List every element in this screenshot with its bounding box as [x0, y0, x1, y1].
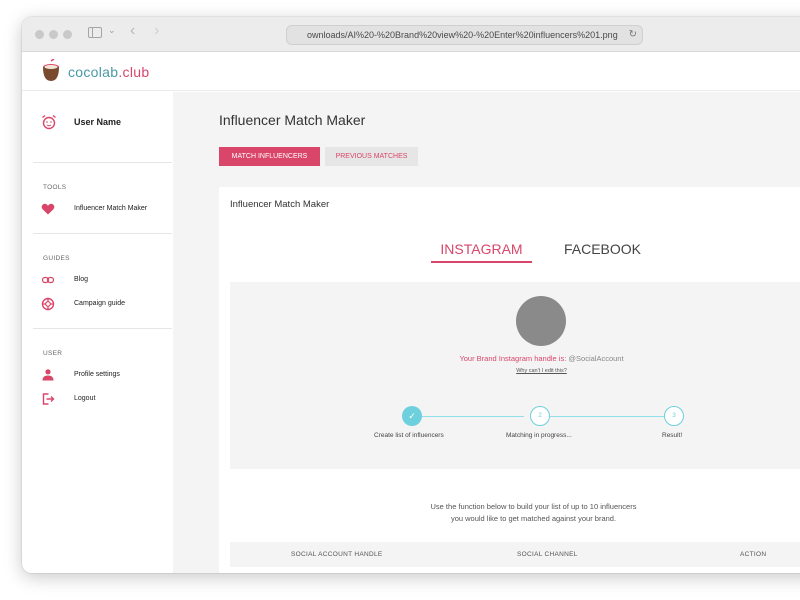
link-icon	[41, 276, 55, 284]
sidebar-item-label: Blog	[74, 276, 89, 283]
handle-value: @SocialAccount	[568, 354, 624, 363]
step-2-label: Matching in progress...	[506, 432, 572, 439]
match-maker-card: Influencer Match Maker INSTAGRAM FACEBOO…	[219, 187, 800, 573]
section-label-user: USER	[43, 350, 63, 357]
sidebar-divider	[33, 233, 172, 234]
section-label-tools: TOOLS	[43, 184, 67, 191]
zoom-window-button[interactable]	[63, 30, 72, 39]
progress-connector	[550, 416, 664, 417]
column-header-action: ACTION	[740, 551, 767, 558]
tab-facebook[interactable]: FACEBOOK	[555, 241, 650, 257]
account-panel: Your Brand Instagram handle is: @SocialA…	[230, 282, 800, 469]
address-bar[interactable]: ownloads/AI%20-%20Brand%20view%20-%20Ent…	[286, 25, 643, 45]
main-content: Influencer Match Maker MATCH INFLUENCERS…	[173, 92, 800, 573]
logo-domain: .club	[118, 64, 150, 80]
reload-icon[interactable]: ↻	[629, 26, 637, 44]
instructions-line-2: you would like to get matched against yo…	[450, 514, 617, 523]
sidebar: User Name TOOLS Influencer Match Maker G…	[22, 92, 173, 573]
handle-prefix: Your Brand Instagram handle is:	[459, 354, 567, 363]
browser-window: ⌄ ‹ › ownloads/AI%20-%20Brand%20view%20-…	[22, 17, 800, 573]
back-arrow-icon[interactable]: ‹	[130, 22, 135, 40]
brand-logo[interactable]: cocolab.club	[68, 64, 149, 80]
chevron-down-icon[interactable]: ⌄	[108, 25, 116, 36]
column-header-handle: SOCIAL ACCOUNT HANDLE	[291, 551, 383, 558]
lifebuoy-icon	[41, 297, 55, 311]
minimize-window-button[interactable]	[49, 30, 58, 39]
logout-icon	[42, 393, 55, 405]
person-icon	[42, 369, 54, 381]
edit-handle-link[interactable]: Why can't I edit this?	[230, 368, 800, 374]
account-avatar	[516, 296, 566, 346]
step-3-label: Result!	[662, 432, 683, 439]
tab-instagram[interactable]: INSTAGRAM	[431, 241, 532, 263]
close-window-button[interactable]	[35, 30, 44, 39]
match-influencers-button[interactable]: MATCH INFLUENCERS	[219, 147, 320, 166]
sidebar-divider	[33, 328, 172, 329]
sidebar-toggle-icon[interactable]	[88, 27, 102, 38]
sidebar-item-label: Profile settings	[74, 371, 120, 378]
sidebar-item-label: Logout	[74, 395, 96, 402]
sidebar-divider	[33, 162, 172, 163]
sidebar-item-label: Campaign guide	[74, 300, 125, 307]
step-1-check-icon: ✓	[402, 406, 422, 426]
previous-matches-button[interactable]: PREVIOUS MATCHES	[325, 147, 418, 166]
column-header-channel: SOCIAL CHANNEL	[517, 551, 578, 558]
instagram-handle-text: Your Brand Instagram handle is: @SocialA…	[230, 354, 800, 363]
address-url: ownloads/AI%20-%20Brand%20view%20-%20Ent…	[307, 30, 618, 40]
section-label-guides: GUIDES	[43, 255, 70, 262]
heart-icon	[41, 203, 55, 215]
instructions-text: Use the function below to build your lis…	[219, 501, 800, 525]
forward-arrow-icon[interactable]: ›	[154, 22, 159, 40]
browser-toolbar: ⌄ ‹ › ownloads/AI%20-%20Brand%20view%20-…	[22, 17, 800, 52]
user-name: User Name	[74, 117, 122, 127]
page-title: Influencer Match Maker	[219, 112, 366, 128]
instructions-line-1: Use the function below to build your lis…	[430, 502, 637, 511]
coconut-logo-icon	[43, 59, 59, 81]
step-2-indicator: 2	[530, 406, 550, 426]
step-1-label: Create list of influencers	[374, 432, 444, 439]
sidebar-item-label: Influencer Match Maker	[74, 205, 148, 212]
edit-link-text: Why can't I edit this?	[516, 368, 567, 374]
step-3-indicator: 3	[664, 406, 684, 426]
app-header: cocolab.club	[22, 53, 800, 91]
alarm-clock-avatar-icon	[42, 114, 56, 130]
logo-name: cocolab	[68, 64, 119, 80]
card-title: Influencer Match Maker	[230, 199, 330, 210]
influencer-table-header: SOCIAL ACCOUNT HANDLE SOCIAL CHANNEL ACT…	[230, 542, 800, 567]
progress-connector	[422, 416, 524, 417]
